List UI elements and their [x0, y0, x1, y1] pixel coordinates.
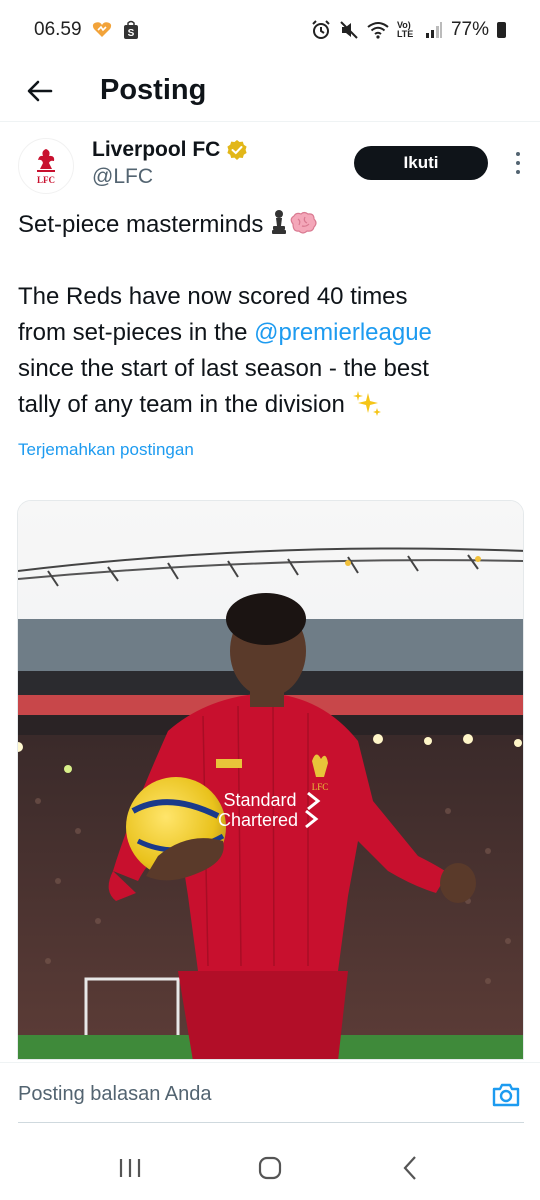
more-dot — [516, 161, 520, 165]
tweet-line-4: since the start of last season - the bes… — [18, 355, 429, 382]
tweet-text: Set-piece masterminds The Reds have now … — [18, 207, 528, 423]
back-arrow-icon — [27, 80, 53, 101]
back-button[interactable] — [20, 71, 60, 111]
home-button[interactable] — [240, 1143, 300, 1193]
tweet-line-3: from set-pieces in the @premierleague — [18, 315, 528, 351]
recent-apps-button[interactable] — [100, 1143, 160, 1193]
tweet-media[interactable]: LFC Standard Chartered — [17, 500, 524, 1060]
signal-icon — [425, 22, 442, 38]
tweet-text-line3: from set-pieces in the — [18, 319, 255, 346]
shopping-bag-icon: S — [123, 20, 138, 39]
chess-pawn-icon — [272, 210, 287, 234]
home-icon — [258, 1156, 282, 1180]
camera-button[interactable] — [488, 1077, 524, 1113]
reply-divider — [18, 1122, 524, 1123]
more-options-button[interactable] — [508, 150, 528, 176]
tweet-line-5: tally of any team in the division — [18, 387, 528, 423]
tweet-text-line5: tally of any team in the division — [18, 391, 352, 418]
camera-icon — [492, 1083, 520, 1106]
recent-apps-icon — [119, 1159, 141, 1177]
status-bar: 06.59 S Vo) LTE 77% — [0, 0, 540, 60]
system-nav-bar — [0, 1136, 540, 1200]
battery-percent: 77% — [450, 19, 489, 40]
notification-heart-icon — [92, 22, 111, 37]
status-time: 06.59 — [34, 19, 82, 40]
media-sponsor-line2: Chartered — [218, 810, 298, 830]
sparkles-icon — [352, 391, 381, 416]
reply-bar: Posting balasan Anda — [0, 1062, 540, 1126]
status-left: 06.59 S — [34, 19, 140, 41]
author-name[interactable]: Liverpool FC — [92, 138, 220, 162]
system-back-button[interactable] — [380, 1143, 440, 1193]
battery-icon — [497, 22, 506, 38]
mention-link[interactable]: @premierleague — [254, 319, 432, 346]
translate-link[interactable]: Terjemahkan postingan — [18, 440, 194, 460]
page-title: Posting — [100, 74, 207, 106]
author-handle[interactable]: @LFC — [92, 165, 248, 189]
more-dot — [516, 170, 520, 174]
avatar-text: LFC — [37, 175, 55, 185]
verified-badge-icon — [227, 140, 247, 160]
tweet-author-row: LFC Liverpool FC @LFC Ikuti — [18, 138, 528, 198]
author-name-row: Liverpool FC — [92, 138, 248, 162]
brain-icon — [290, 211, 317, 234]
lfc-crest-icon — [37, 149, 55, 172]
avatar[interactable]: LFC — [18, 138, 74, 194]
reply-input[interactable]: Posting balasan Anda — [18, 1083, 488, 1106]
svg-text:S: S — [127, 28, 134, 39]
alarm-icon — [312, 20, 330, 39]
tweet-line-1: Set-piece masterminds — [18, 207, 528, 243]
tweet-line-2: The Reds have now scored 40 times — [18, 283, 408, 310]
header: Posting — [0, 60, 540, 122]
status-right: Vo) LTE 77% — [311, 19, 506, 41]
tweet-text-line1: Set-piece masterminds — [18, 211, 271, 238]
follow-button[interactable]: Ikuti — [354, 146, 488, 180]
back-nav-icon — [403, 1156, 416, 1180]
author-text: Liverpool FC @LFC — [92, 138, 248, 189]
network-label: Vo) LTE — [397, 21, 417, 39]
mute-icon — [340, 21, 358, 39]
media-sponsor-line1: Standard — [223, 790, 296, 810]
media-photo: LFC Standard Chartered — [18, 501, 523, 1059]
wifi-icon — [367, 22, 389, 39]
more-vertical-icon — [516, 152, 520, 156]
media-crest-text: LFC — [312, 782, 329, 792]
network-text: Vo) LTE — [396, 20, 414, 39]
